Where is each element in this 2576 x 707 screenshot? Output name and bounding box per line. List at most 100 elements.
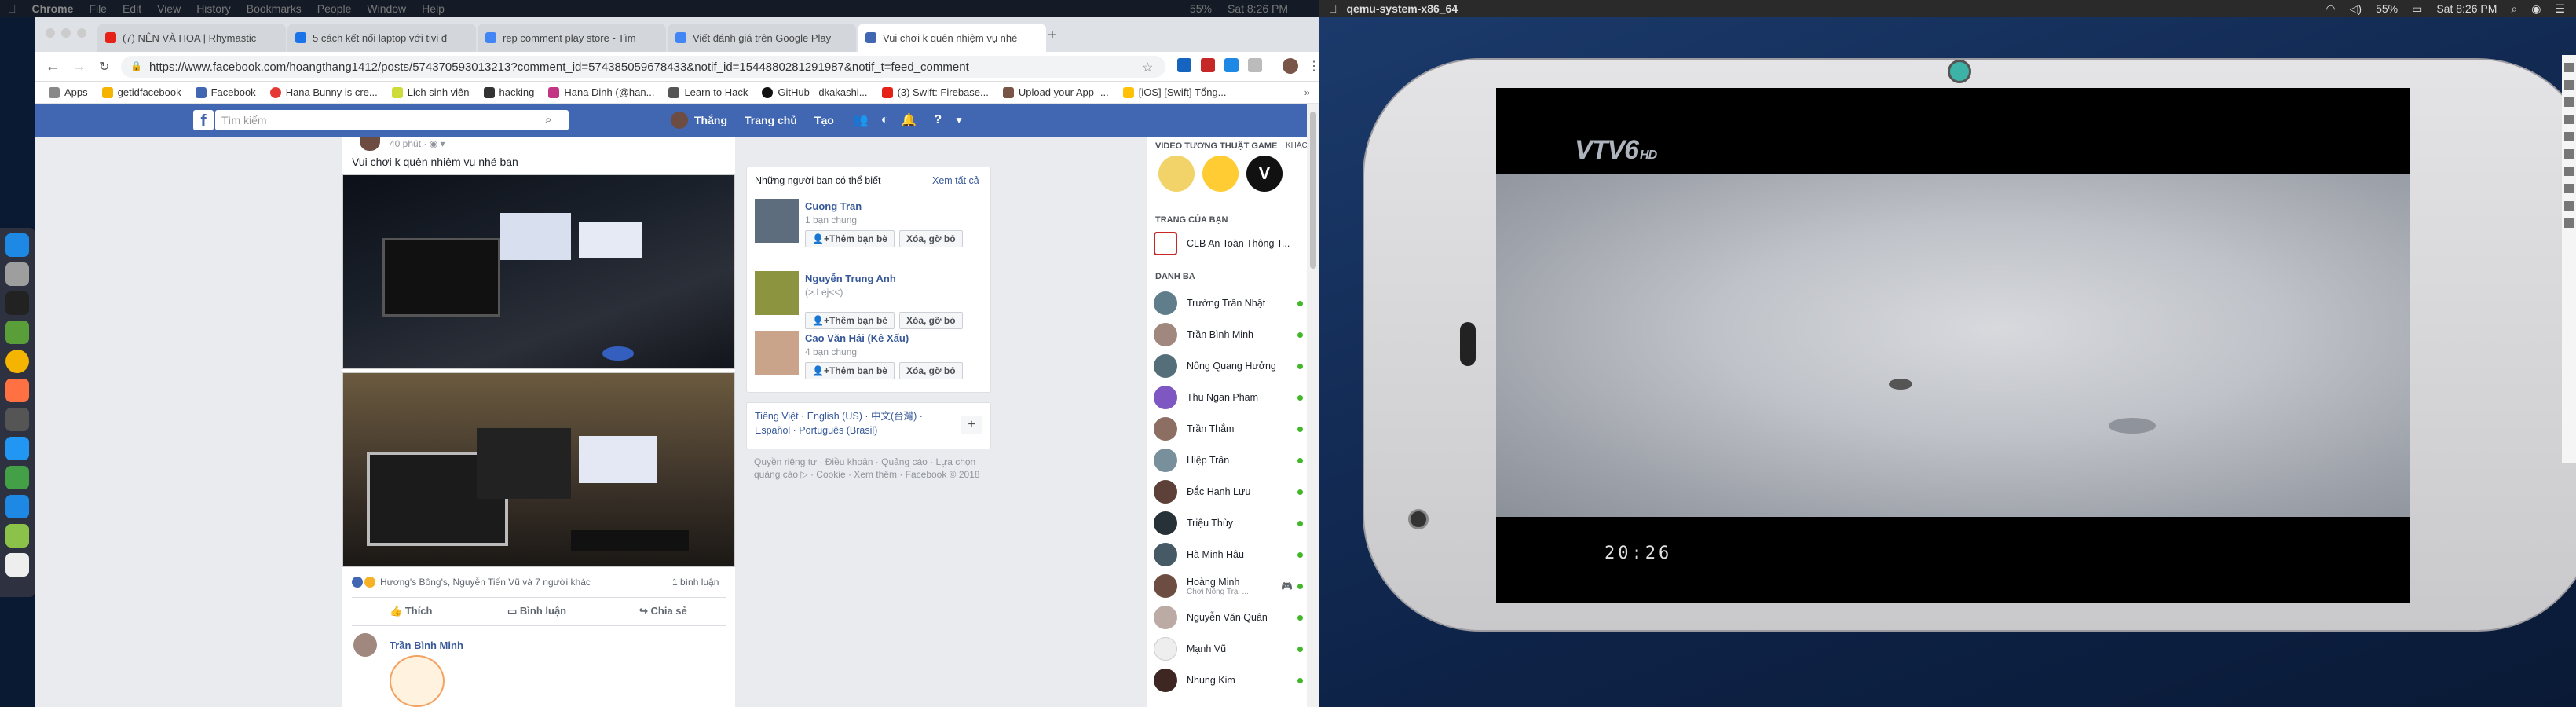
game-video-thumb[interactable]: V: [1246, 156, 1283, 192]
extension-icon[interactable]: [1177, 58, 1191, 72]
menu-people[interactable]: People: [317, 2, 352, 15]
forward-icon[interactable]: →: [72, 58, 86, 75]
scrollbar-thumb[interactable]: [1310, 112, 1316, 269]
more-icon[interactable]: [2564, 218, 2574, 228]
avatar[interactable]: [755, 199, 799, 243]
page-item[interactable]: CLB An Toàn Thông T...: [1154, 228, 1303, 259]
extension-icon[interactable]: [1224, 58, 1239, 72]
app-icon[interactable]: [5, 524, 29, 548]
battery-icon[interactable]: ▭: [2412, 2, 2422, 16]
avatar[interactable]: [671, 112, 688, 129]
more-bookmarks-icon[interactable]: »: [1304, 86, 1310, 98]
contact-item[interactable]: Trường Trần Nhật: [1154, 288, 1303, 319]
home-icon[interactable]: [2564, 184, 2574, 193]
profile-link[interactable]: Thắng: [694, 114, 727, 126]
menu-bookmarks[interactable]: Bookmarks: [247, 2, 302, 15]
back-icon[interactable]: ←: [46, 58, 60, 75]
see-all-link[interactable]: Xem tất cả: [932, 175, 979, 186]
contact-item[interactable]: Đắc Hạnh Lưu: [1154, 476, 1303, 507]
bookmark-item[interactable]: Facebook: [195, 86, 256, 98]
bookmark-item[interactable]: [iOS] [Swift] Tổng...: [1122, 86, 1227, 98]
bookmark-item[interactable]: Hana Dinh (@han...: [548, 86, 654, 98]
search-icon[interactable]: ⌕: [545, 113, 551, 126]
app-icon[interactable]: [5, 321, 29, 344]
bookmark-item[interactable]: Hana Bunny is cre...: [269, 86, 378, 98]
profile-avatar[interactable]: [1283, 58, 1298, 74]
home-link[interactable]: Trang chủ: [745, 114, 797, 126]
tab-0[interactable]: (7) NÊN VÀ HOA | Rhymastic: [97, 24, 286, 52]
menu-file[interactable]: File: [89, 2, 107, 15]
comment-sticker[interactable]: [390, 655, 445, 707]
overview-icon[interactable]: [2564, 201, 2574, 211]
power-icon[interactable]: [2564, 63, 2574, 72]
tab-2[interactable]: rep comment play store - Tìm: [478, 24, 666, 52]
contact-item[interactable]: Hiệp Trần: [1154, 445, 1303, 476]
comment-button[interactable]: ▭ Bình luận: [507, 605, 566, 617]
add-friend-button[interactable]: 👤+ Thêm bạn bè: [805, 312, 895, 329]
avatar[interactable]: [755, 331, 799, 375]
battery-status[interactable]: 55%: [1190, 2, 1212, 15]
rotate-icon[interactable]: [2564, 115, 2574, 124]
more-menu-icon[interactable]: ⋮: [1308, 58, 1320, 74]
bookmark-item[interactable]: Upload your App -...: [1002, 86, 1109, 98]
like-button[interactable]: 👍 Thích: [390, 605, 432, 617]
wifi-icon[interactable]: ◠: [2325, 2, 2335, 16]
bookmark-item[interactable]: Lịch sinh viên: [391, 86, 470, 98]
contact-item[interactable]: Hoàng Minh Chơi Nông Trại ... 🎮: [1154, 570, 1303, 602]
folder-icon[interactable]: [5, 495, 29, 518]
android-studio-icon[interactable]: [5, 466, 29, 489]
contact-item[interactable]: Thu Ngan Pham: [1154, 382, 1303, 413]
avatar[interactable]: [353, 633, 377, 657]
friend-requests-icon[interactable]: 👥: [853, 112, 869, 128]
messenger-icon[interactable]: ◐: [881, 113, 889, 127]
siri-icon[interactable]: ◉: [2531, 2, 2541, 16]
volume-down-icon[interactable]: [2564, 97, 2574, 107]
menu-help[interactable]: Help: [422, 2, 445, 15]
suggestion-name[interactable]: Cao Văn Hải (Kê Xấu): [805, 332, 909, 344]
search-input[interactable]: Tìm kiếm: [215, 110, 569, 130]
close-window-button[interactable]: [46, 28, 55, 38]
xcode-icon[interactable]: [5, 437, 29, 460]
document-icon[interactable]: [5, 553, 29, 577]
chrome-icon[interactable]: [5, 350, 29, 373]
video-frame[interactable]: [1496, 174, 2410, 517]
add-language-button[interactable]: +: [961, 416, 982, 434]
launchpad-icon[interactable]: [5, 262, 29, 286]
bookmark-item[interactable]: GitHub - dkakashi...: [762, 86, 868, 98]
clock[interactable]: Sat 8:26 PM: [2436, 2, 2497, 15]
search-icon[interactable]: ⌕: [2511, 2, 2517, 16]
avatar[interactable]: [755, 271, 799, 315]
app-menu[interactable]: Chrome: [32, 2, 74, 15]
post-photo[interactable]: [342, 372, 735, 567]
app-icon[interactable]: [5, 408, 29, 431]
contact-item[interactable]: Nhung Kim: [1154, 665, 1303, 696]
contact-item[interactable]: Nguyễn Văn Quân: [1154, 602, 1303, 633]
app-menu[interactable]: qemu-system-x86_64: [1347, 2, 1458, 15]
menu-window[interactable]: Window: [367, 2, 406, 15]
add-friend-button[interactable]: 👤+ Thêm bạn bè: [805, 230, 895, 247]
menu-list-icon[interactable]: ☰: [2555, 2, 2565, 16]
post-photo[interactable]: [342, 174, 735, 369]
help-icon[interactable]: ?: [934, 113, 942, 127]
terminal-icon[interactable]: [5, 291, 29, 315]
bookmark-item[interactable]: getidfacebook: [101, 86, 181, 98]
clock[interactable]: Sat 8:26 PM: [1228, 2, 1288, 15]
facebook-logo[interactable]: f: [193, 110, 214, 130]
zoom-icon[interactable]: [2564, 149, 2574, 159]
contact-item[interactable]: Nông Quang Hưởng: [1154, 350, 1303, 382]
create-link[interactable]: Tạo: [814, 114, 834, 126]
post-time[interactable]: 40 phút · ◉ ▾: [390, 138, 445, 149]
comments-count[interactable]: 1 bình luận: [672, 577, 719, 588]
share-button[interactable]: ↪ Chia sẻ: [639, 605, 687, 617]
bookmark-item[interactable]: hacking: [483, 86, 534, 98]
battery-status[interactable]: 55%: [2376, 2, 2398, 15]
remove-suggestion-button[interactable]: Xóa, gỡ bỏ: [899, 312, 963, 329]
chevron-down-icon[interactable]: ▼: [954, 115, 964, 126]
camera-icon[interactable]: [2564, 132, 2574, 141]
avatar[interactable]: [360, 137, 380, 151]
extension-icon[interactable]: [1248, 58, 1262, 72]
menu-edit[interactable]: Edit: [123, 2, 141, 15]
tab-4[interactable]: Vui chơi k quên nhiệm vụ nhé: [858, 24, 1046, 52]
reactions-summary[interactable]: Hương's Bông's, Nguyễn Tiến Vũ và 7 ngườ…: [352, 577, 591, 588]
games-more-link[interactable]: KHÁC: [1286, 141, 1308, 150]
